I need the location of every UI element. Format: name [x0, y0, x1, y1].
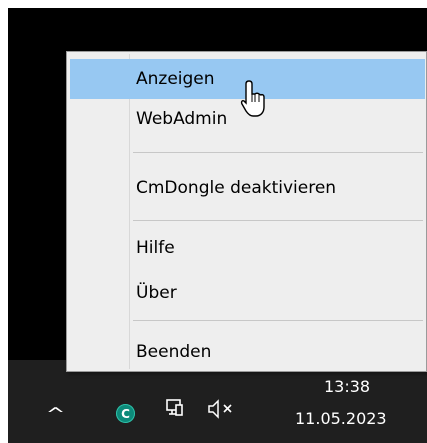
mouse-pointer-icon — [240, 80, 265, 117]
menu-item-hilfe[interactable]: Hilfe — [70, 228, 425, 268]
menu-item-beenden[interactable]: Beenden — [70, 332, 425, 372]
menu-item-cmdongle-deaktivieren[interactable]: CmDongle deaktivieren — [70, 168, 425, 208]
cm-glyph: C — [121, 406, 130, 421]
cmdongle-tray-icon[interactable]: C — [116, 404, 135, 423]
menu-separator — [133, 152, 423, 153]
clock-time[interactable]: 13:38 — [324, 377, 370, 396]
network-icon[interactable] — [166, 399, 184, 419]
chevron-up-icon[interactable]: ^ — [46, 404, 66, 425]
volume-muted-icon[interactable] — [207, 399, 241, 419]
menu-item-ueber[interactable]: Über — [70, 273, 425, 313]
menu-separator — [133, 320, 423, 321]
clock-date[interactable]: 11.05.2023 — [295, 409, 387, 428]
menu-separator — [133, 220, 423, 221]
